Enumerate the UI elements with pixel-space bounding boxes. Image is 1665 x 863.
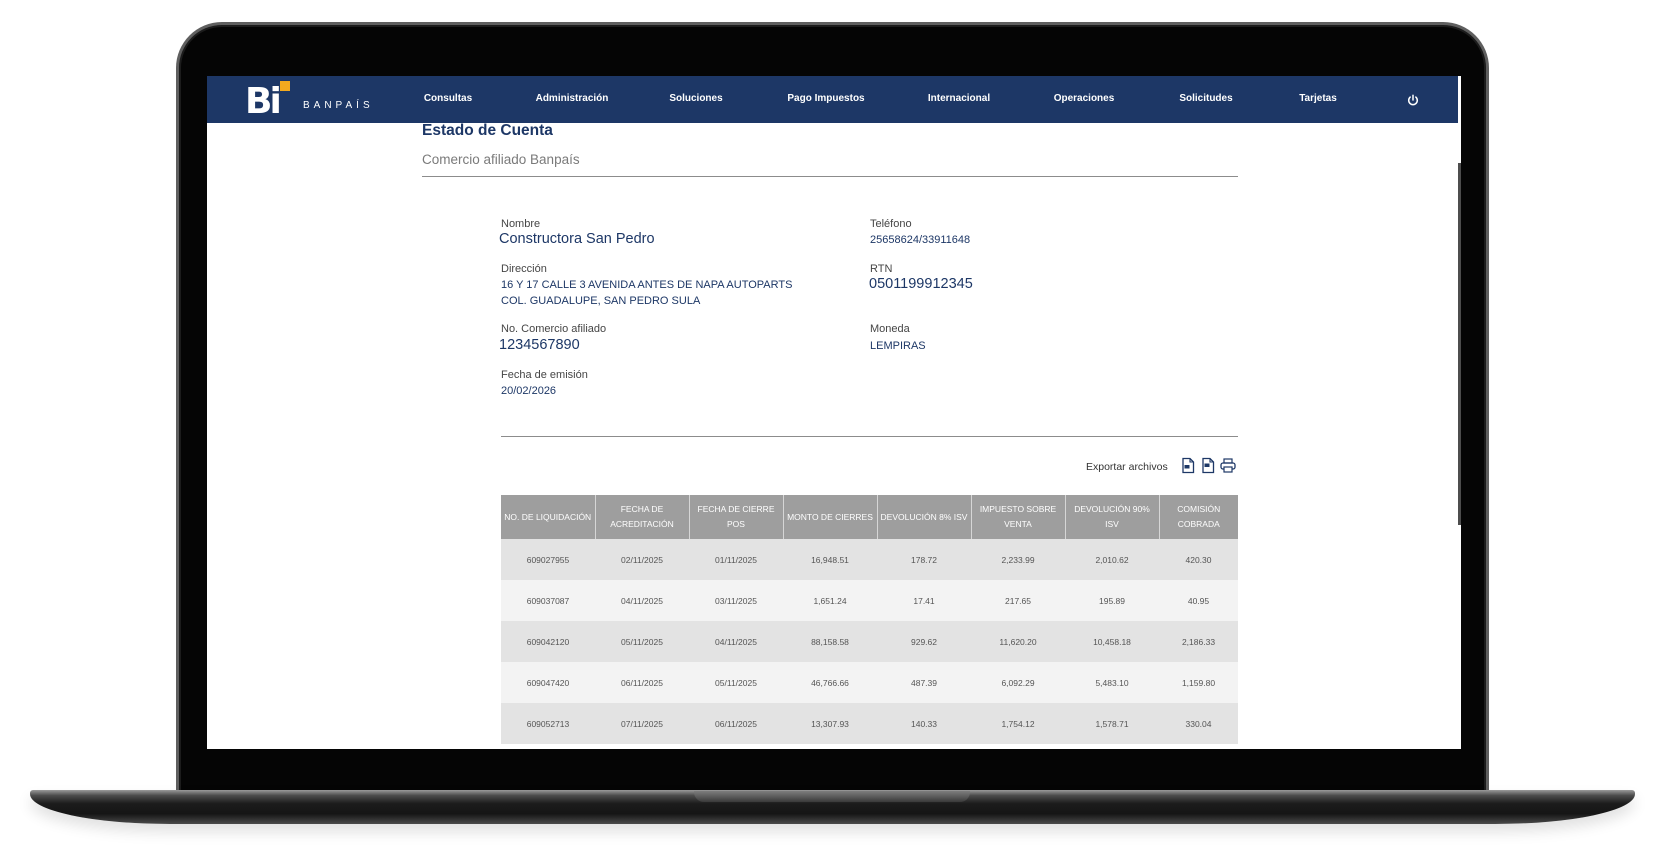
column-header[interactable]: FECHA DE CIERRE POS	[688, 495, 783, 539]
table-cell: 195.89	[1065, 580, 1159, 621]
settlements-table: NO. DE LIQUIDACIÓN FECHA DE ACREDITACIÓN…	[501, 495, 1238, 744]
top-navbar: Bi BANPAÍS Consultas Administración Solu…	[207, 76, 1458, 123]
table-cell: 10,458.18	[1065, 621, 1159, 662]
table-cell: 1,651.24	[783, 580, 877, 621]
column-header[interactable]: DEVOLUCIÓN 90% ISV	[1064, 495, 1159, 539]
table-cell: 5,483.10	[1065, 662, 1159, 703]
fecha-emision-value: 20/02/2026	[501, 385, 557, 397]
table-cell: 2,010.62	[1065, 539, 1159, 580]
table-cell: 07/11/2025	[595, 703, 689, 744]
table-cell: 02/11/2025	[595, 539, 689, 580]
logo-mark: Bi	[245, 81, 282, 122]
table-cell: 330.04	[1159, 703, 1238, 744]
divider	[422, 176, 1238, 177]
nav-item-internacional[interactable]: Internacional	[928, 93, 990, 104]
page-scrollbar[interactable]	[1458, 163, 1461, 525]
direccion-label: Dirección	[501, 263, 547, 275]
laptop-screen: Bi BANPAÍS Consultas Administración Solu…	[207, 76, 1461, 749]
table-cell: 1,754.12	[971, 703, 1065, 744]
table-cell: 88,158.58	[783, 621, 877, 662]
table-cell: 03/11/2025	[689, 580, 783, 621]
table-cell: 178.72	[877, 539, 971, 580]
table-row[interactable]: 609027955 02/11/2025 01/11/2025 16,948.5…	[501, 539, 1238, 580]
moneda-label: Moneda	[870, 323, 910, 335]
column-header[interactable]: FECHA DE ACREDITACIÓN	[594, 495, 689, 539]
nombre-value: Constructora San Pedro	[499, 231, 655, 247]
table-cell: 05/11/2025	[689, 662, 783, 703]
table-cell: 6,092.29	[971, 662, 1065, 703]
page-title: Estado de Cuenta	[422, 122, 553, 139]
column-header[interactable]: IMPUESTO SOBRE VENTA	[970, 495, 1065, 539]
table-cell: 06/11/2025	[595, 662, 689, 703]
table-cell: 140.33	[877, 703, 971, 744]
nav-item-consultas[interactable]: Consultas	[424, 93, 472, 104]
table-cell: 06/11/2025	[689, 703, 783, 744]
table-cell: 13,307.93	[783, 703, 877, 744]
nav-item-pago-impuestos[interactable]: Pago Impuestos	[787, 93, 864, 104]
nombre-label: Nombre	[501, 218, 541, 230]
table-cell: 11,620.20	[971, 621, 1065, 662]
comercio-value: 1234567890	[499, 337, 580, 353]
table-cell: 2,233.99	[971, 539, 1065, 580]
direccion-line-2: COL. GUADALUPE, SAN PEDRO SULA	[501, 295, 701, 307]
table-cell: 46,766.66	[783, 662, 877, 703]
export-files-label: Exportar archivos	[1086, 461, 1168, 473]
table-row[interactable]: 609052713 07/11/2025 06/11/2025 13,307.9…	[501, 703, 1238, 744]
excel-file-icon[interactable]	[1200, 457, 1216, 474]
column-header[interactable]: DEVOLUCIÓN 8% ISV	[876, 495, 971, 539]
nav-item-solicitudes[interactable]: Solicitudes	[1179, 93, 1232, 104]
table-cell: 609027955	[501, 539, 595, 580]
table-cell: 40.95	[1159, 580, 1238, 621]
printer-icon[interactable]	[1219, 457, 1237, 474]
page-subtitle: Comercio afiliado Banpaís	[422, 152, 580, 167]
nav-item-tarjetas[interactable]: Tarjetas	[1299, 93, 1337, 104]
telefono-value: 25658624/33911648	[870, 234, 971, 246]
pdf-file-icon[interactable]	[1180, 457, 1196, 474]
table-cell: 01/11/2025	[689, 539, 783, 580]
table-header-row: NO. DE LIQUIDACIÓN FECHA DE ACREDITACIÓN…	[501, 495, 1238, 539]
comercio-label: No. Comercio afiliado	[501, 323, 607, 335]
table-cell: 17.41	[877, 580, 971, 621]
table-cell: 609052713	[501, 703, 595, 744]
column-header[interactable]: NO. DE LIQUIDACIÓN	[501, 495, 595, 539]
laptop-hinge-notch	[694, 791, 970, 802]
table-row[interactable]: 609047420 06/11/2025 05/11/2025 46,766.6…	[501, 662, 1238, 703]
table-cell: 929.62	[877, 621, 971, 662]
moneda-value: LEMPIRAS	[870, 340, 926, 352]
rtn-value: 0501199912345	[869, 276, 973, 292]
table-cell: 609037087	[501, 580, 595, 621]
table-cell: 487.39	[877, 662, 971, 703]
fecha-emision-label: Fecha de emisión	[501, 369, 588, 381]
banpais-logo[interactable]: Bi BANPAÍS	[245, 78, 375, 122]
table-cell: 04/11/2025	[689, 621, 783, 662]
divider	[501, 436, 1238, 437]
table-cell: 1,159.80	[1159, 662, 1238, 703]
table-cell: 04/11/2025	[595, 580, 689, 621]
table-cell: 420.30	[1159, 539, 1238, 580]
table-cell: 16,948.51	[783, 539, 877, 580]
table-cell: 2,186.33	[1159, 621, 1238, 662]
table-cell: 609042120	[501, 621, 595, 662]
table-row[interactable]: 609042120 05/11/2025 04/11/2025 88,158.5…	[501, 621, 1238, 662]
table-cell: 609047420	[501, 662, 595, 703]
logo-wordmark: BANPAÍS	[303, 100, 374, 111]
table-row[interactable]: 609037087 04/11/2025 03/11/2025 1,651.24…	[501, 580, 1238, 621]
table-cell: 217.65	[971, 580, 1065, 621]
logo-accent-square	[280, 81, 290, 91]
table-cell: 1,578.71	[1065, 703, 1159, 744]
rtn-label: RTN	[870, 263, 893, 275]
telefono-label: Teléfono	[870, 218, 912, 230]
nav-item-administracion[interactable]: Administración	[536, 93, 609, 104]
power-icon[interactable]	[1406, 93, 1420, 107]
nav-item-soluciones[interactable]: Soluciones	[669, 93, 722, 104]
table-cell: 05/11/2025	[595, 621, 689, 662]
column-header[interactable]: COMISIÓN COBRADA	[1158, 495, 1238, 539]
nav-item-operaciones[interactable]: Operaciones	[1054, 93, 1115, 104]
direccion-line-1: 16 Y 17 CALLE 3 AVENIDA ANTES DE NAPA AU…	[501, 279, 793, 291]
column-header[interactable]: MONTO DE CIERRES	[782, 495, 877, 539]
